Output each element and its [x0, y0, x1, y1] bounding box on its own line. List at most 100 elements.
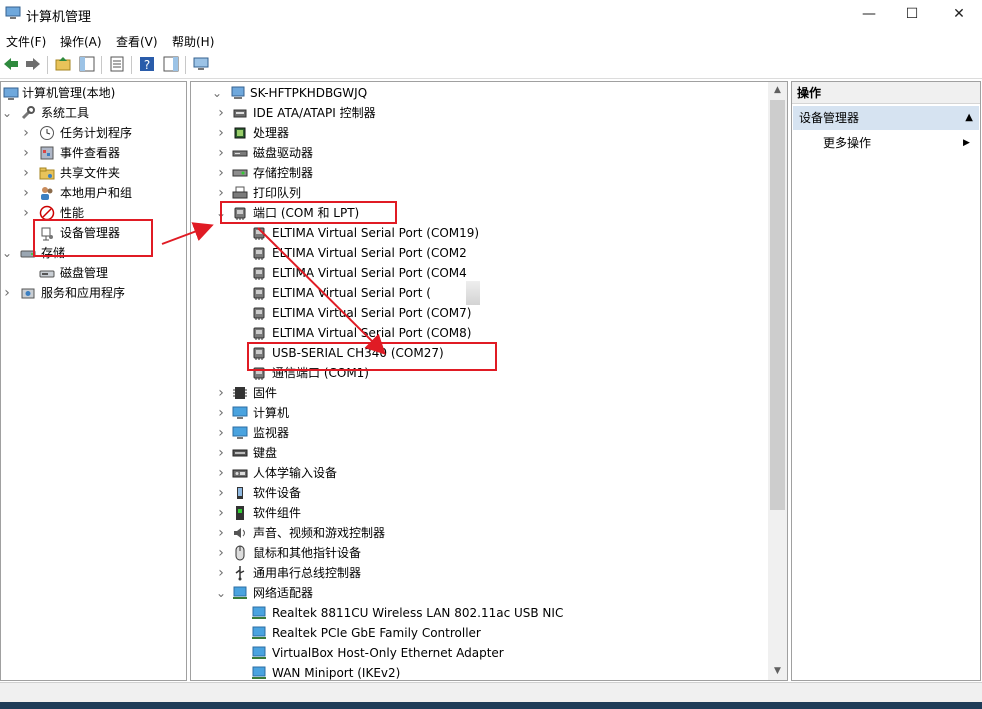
- ide-controller-icon: [233, 109, 247, 118]
- expand-chevron-icon[interactable]: ›: [216, 463, 226, 483]
- vertical-scrollbar[interactable]: ▲ ▼: [768, 82, 787, 680]
- expand-chevron-icon[interactable]: ›: [216, 163, 226, 183]
- device-tree-item-label: Realtek 8811CU Wireless LAN 802.11ac USB…: [272, 606, 564, 620]
- expand-chevron-icon[interactable]: ›: [216, 423, 226, 443]
- menu-help[interactable]: 帮助(H): [172, 33, 214, 50]
- up-folder-icon[interactable]: [54, 55, 72, 73]
- expand-chevron-icon[interactable]: ›: [21, 163, 31, 183]
- scroll-up-arrow-icon[interactable]: ▲: [768, 82, 787, 99]
- printer-icon: [232, 186, 248, 199]
- console-tree-item-label: 任务计划程序: [60, 126, 133, 140]
- expand-chevron-icon[interactable]: ›: [21, 203, 31, 223]
- device-tree-item-row[interactable]: › 鼠标和其他指针设备: [191, 543, 766, 563]
- device-tree-item-row[interactable]: ELTIMA Virtual Serial Port (COM8): [191, 323, 766, 343]
- scan-hardware-icon[interactable]: [192, 55, 210, 73]
- highlight-box-ch340: [247, 342, 497, 371]
- port-icon: [253, 287, 265, 300]
- device-tree-item-row[interactable]: › 软件设备: [191, 483, 766, 503]
- console-tree-item-row[interactable]: 磁盘管理: [1, 263, 185, 283]
- device-tree-item-row[interactable]: VirtualBox Host-Only Ethernet Adapter: [191, 643, 766, 663]
- device-tree-item-row[interactable]: ELTIMA Virtual Serial Port (COM2: [191, 243, 766, 263]
- expand-chevron-icon[interactable]: ›: [216, 103, 226, 123]
- collapse-chevron-icon[interactable]: ⌄: [2, 103, 12, 123]
- menu-view[interactable]: 查看(V): [116, 33, 158, 50]
- device-tree-item-row[interactable]: › 通用串行总线控制器: [191, 563, 766, 583]
- actions-section-label: 设备管理器: [799, 111, 860, 125]
- minimize-button[interactable]: —: [846, 0, 892, 28]
- device-tree-item-label: 网络适配器: [253, 586, 314, 600]
- expand-chevron-icon[interactable]: ›: [216, 483, 226, 503]
- close-button[interactable]: ✕: [936, 0, 982, 28]
- expand-chevron-icon[interactable]: ›: [216, 443, 226, 463]
- console-tree-item-row[interactable]: › 任务计划程序: [1, 123, 185, 143]
- menu-action[interactable]: 操作(A): [60, 33, 102, 50]
- console-tree-item-label: 服务和应用程序: [41, 286, 126, 300]
- device-tree-item-row[interactable]: › 软件组件: [191, 503, 766, 523]
- expand-chevron-icon[interactable]: ›: [2, 283, 12, 303]
- collapse-chevron-icon[interactable]: ⌄: [212, 83, 222, 103]
- device-tree-item-row[interactable]: Realtek PCIe GbE Family Controller: [191, 623, 766, 643]
- device-tree-item-row[interactable]: › 计算机: [191, 403, 766, 423]
- device-tree-item-label: 通用串行总线控制器: [253, 566, 362, 580]
- collapse-chevron-icon[interactable]: ⌄: [216, 583, 226, 603]
- expand-chevron-icon[interactable]: ›: [216, 123, 226, 143]
- expand-chevron-icon[interactable]: ›: [216, 523, 226, 543]
- forward-arrow-icon[interactable]: [24, 55, 42, 73]
- device-tree-item-row[interactable]: ⌄ SK-HFTPKHDBGWJQ: [191, 83, 766, 103]
- device-tree-item-row[interactable]: › 处理器: [191, 123, 766, 143]
- more-actions-link[interactable]: 更多操作: [823, 133, 871, 153]
- expand-chevron-icon[interactable]: ›: [216, 383, 226, 403]
- device-tree-item-row[interactable]: › 键盘: [191, 443, 766, 463]
- expand-chevron-icon[interactable]: ›: [21, 183, 31, 203]
- expand-chevron-icon[interactable]: ›: [21, 123, 31, 143]
- collapse-up-icon[interactable]: ▲: [965, 106, 973, 130]
- computer-management-icon: [3, 87, 19, 100]
- device-tree-item-row[interactable]: › 存储控制器: [191, 163, 766, 183]
- device-tree-item-row[interactable]: ELTIMA Virtual Serial Port (COM19): [191, 223, 766, 243]
- scroll-down-arrow-icon[interactable]: ▼: [768, 663, 787, 680]
- back-arrow-icon[interactable]: [2, 55, 20, 73]
- expand-chevron-icon[interactable]: ›: [21, 143, 31, 163]
- device-tree-item-row[interactable]: ⌄ 网络适配器: [191, 583, 766, 603]
- device-tree-item-row[interactable]: › 磁盘驱动器: [191, 143, 766, 163]
- expand-chevron-icon[interactable]: ›: [216, 563, 226, 583]
- device-tree-item-row[interactable]: › 监视器: [191, 423, 766, 443]
- console-tree-item-row[interactable]: ⌄ 系统工具: [1, 103, 185, 123]
- device-tree-item-row[interactable]: › 人体学输入设备: [191, 463, 766, 483]
- console-tree-item-row[interactable]: 计算机管理(本地): [1, 83, 185, 103]
- console-tree-item-row[interactable]: › 事件查看器: [1, 143, 185, 163]
- expand-chevron-icon[interactable]: ›: [216, 503, 226, 523]
- action-pane-icon[interactable]: [162, 55, 180, 73]
- expand-chevron-icon[interactable]: ›: [216, 403, 226, 423]
- show-hide-tree-icon[interactable]: [78, 55, 96, 73]
- expand-chevron-icon[interactable]: ›: [216, 143, 226, 163]
- console-tree-item-row[interactable]: › 服务和应用程序: [1, 283, 185, 303]
- properties-icon[interactable]: [108, 55, 126, 73]
- device-tree-item-row[interactable]: › IDE ATA/ATAPI 控制器: [191, 103, 766, 123]
- device-tree-item-row[interactable]: ELTIMA Virtual Serial Port (COM4: [191, 263, 766, 283]
- console-tree-item-row[interactable]: › 共享文件夹: [1, 163, 185, 183]
- menu-file[interactable]: 文件(F): [6, 33, 46, 50]
- svg-text:?: ?: [144, 58, 150, 72]
- menu-bar: 文件(F) 操作(A) 查看(V) 帮助(H): [0, 30, 982, 51]
- device-tree-item-row[interactable]: WAN Miniport (IKEv2): [191, 663, 766, 680]
- expand-chevron-icon[interactable]: ›: [216, 543, 226, 563]
- device-tree-item-label: VirtualBox Host-Only Ethernet Adapter: [272, 646, 504, 660]
- collapse-chevron-icon[interactable]: ⌄: [2, 243, 12, 263]
- device-tree-pane: ▲ ▼ ⌄ SK-HFTPKHDBGWJQ › IDE ATA/ATAPI 控制器 › 处…: [190, 81, 788, 681]
- help-icon[interactable]: ?: [138, 55, 156, 73]
- device-tree-item-row[interactable]: › 固件: [191, 383, 766, 403]
- device-tree-item-row[interactable]: › 声音、视频和游戏控制器: [191, 523, 766, 543]
- device-tree-item-row[interactable]: › 打印队列: [191, 183, 766, 203]
- scrollbar-thumb[interactable]: [770, 100, 785, 510]
- device-tree-item-row[interactable]: ELTIMA Virtual Serial Port (COM7): [191, 303, 766, 323]
- submenu-arrow-icon: ▶: [963, 138, 970, 148]
- expand-chevron-icon[interactable]: ›: [216, 183, 226, 203]
- highlight-box-device-manager: [33, 219, 153, 257]
- console-tree-item-row[interactable]: › 本地用户和组: [1, 183, 185, 203]
- device-tree-item-row[interactable]: Realtek 8811CU Wireless LAN 802.11ac USB…: [191, 603, 766, 623]
- maximize-button[interactable]: ☐: [889, 0, 935, 28]
- console-tree-item-label: 本地用户和组: [60, 186, 133, 200]
- network-icon: [252, 646, 266, 659]
- actions-section-device-manager[interactable]: 设备管理器 ▲: [793, 106, 979, 130]
